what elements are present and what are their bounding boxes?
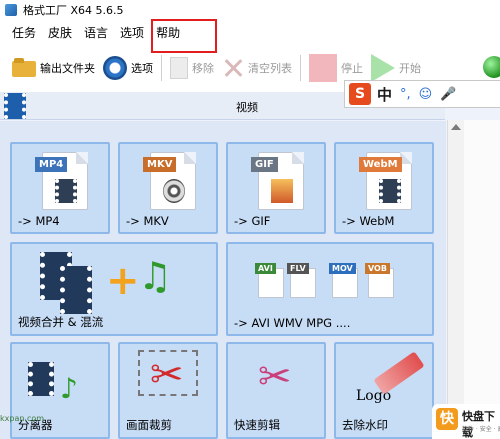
film-icon bbox=[4, 93, 26, 119]
smiley-icon[interactable]: ☺ bbox=[419, 87, 433, 102]
window-title: 格式工厂 X64 5.6.5 bbox=[23, 4, 124, 17]
toolbar-divider bbox=[300, 55, 301, 81]
gif-file-icon: GIF bbox=[251, 152, 304, 210]
tile-label: 视频合并 & 混流 bbox=[18, 315, 104, 329]
stop-label: 停止 bbox=[341, 62, 363, 75]
remove-button[interactable]: 移除 bbox=[166, 54, 218, 82]
app-icon bbox=[5, 4, 17, 16]
output-folder-label: 输出文件夹 bbox=[40, 62, 95, 75]
plus-icon: + bbox=[106, 258, 140, 304]
mp4-tag: MP4 bbox=[35, 157, 68, 172]
vob-tag: VOB bbox=[365, 263, 390, 274]
picture-icon bbox=[271, 179, 293, 203]
clear-list-button[interactable]: 清空列表 bbox=[218, 54, 296, 82]
tile-video-join-mux[interactable]: + ♫ 视频合并 & 混流 bbox=[10, 242, 218, 336]
tile-label: -> GIF bbox=[234, 214, 271, 228]
toolbar-divider bbox=[161, 55, 162, 81]
mkv-tag: MKV bbox=[143, 157, 177, 172]
site-watermark: kxpan.com bbox=[0, 414, 45, 423]
mov-tag: MOV bbox=[329, 263, 356, 274]
tile-label: 画面裁剪 bbox=[126, 418, 172, 432]
webm-tag: WebM bbox=[359, 157, 402, 172]
tile-remove-watermark[interactable]: Logo 去除水印 bbox=[334, 342, 434, 439]
film-icon bbox=[28, 362, 54, 396]
tile-label: -> WebM bbox=[342, 214, 395, 228]
film-strip-icon bbox=[55, 179, 77, 203]
globe-icon[interactable] bbox=[483, 56, 500, 78]
avi-tag: AVI bbox=[255, 263, 276, 274]
brand-logo: 快 bbox=[436, 408, 458, 430]
stop-icon bbox=[309, 54, 337, 82]
scissors-icon: ✂ bbox=[258, 354, 292, 400]
tile-to-gif[interactable]: GIF -> GIF bbox=[226, 142, 326, 234]
scroll-up-arrow-icon[interactable] bbox=[451, 124, 461, 130]
tile-to-mp4[interactable]: MP4 -> MP4 bbox=[10, 142, 110, 234]
webm-file-icon: WebM bbox=[359, 152, 412, 210]
ime-toolbar: S 中 °, ☺ 🎤 bbox=[344, 80, 500, 108]
gear-icon bbox=[103, 56, 127, 80]
brand-tagline: 软件 · 安全 · 高速 bbox=[462, 426, 500, 433]
tile-crop[interactable]: ✂ 画面裁剪 bbox=[118, 342, 218, 439]
tile-label: -> MKV bbox=[126, 214, 169, 228]
vob-format-icon: VOB bbox=[365, 263, 394, 298]
music-note-icon: ♪ bbox=[60, 372, 78, 405]
avi-format-icon: AVI bbox=[255, 263, 284, 298]
tile-label: -> MP4 bbox=[18, 214, 60, 228]
clear-list-label: 清空列表 bbox=[248, 62, 292, 75]
flv-format-icon: FLV bbox=[287, 263, 316, 298]
tile-quick-clip[interactable]: ✂ 快速剪辑 bbox=[226, 342, 326, 439]
menu-language[interactable]: 语言 bbox=[78, 22, 114, 44]
remove-label: 移除 bbox=[192, 62, 214, 75]
tile-to-avi-wmv-mpg[interactable]: AVI FLV MOV VOB -> AVI WMV MPG .... bbox=[226, 242, 434, 336]
disc-icon bbox=[163, 179, 185, 203]
tile-to-webm[interactable]: WebM -> WebM bbox=[334, 142, 434, 234]
film-strip-icon bbox=[379, 179, 401, 203]
ime-punctuation[interactable]: °, bbox=[400, 87, 411, 102]
mkv-file-icon: MKV bbox=[143, 152, 196, 210]
scissors-icon: ✂ bbox=[150, 352, 184, 398]
play-icon bbox=[371, 54, 395, 82]
menu-task[interactable]: 任务 bbox=[6, 22, 42, 44]
menu-options[interactable]: 选项 bbox=[114, 22, 150, 44]
microphone-icon[interactable]: 🎤 bbox=[440, 87, 456, 102]
folder-icon bbox=[12, 58, 36, 78]
tile-label: -> AVI WMV MPG .... bbox=[234, 316, 351, 330]
start-label: 开始 bbox=[399, 62, 421, 75]
scrollbar[interactable] bbox=[447, 120, 464, 439]
right-margin bbox=[464, 120, 500, 439]
section-title: 视频 bbox=[236, 101, 258, 114]
stop-button[interactable]: 停止 bbox=[305, 54, 367, 82]
tile-to-mkv[interactable]: MKV -> MKV bbox=[118, 142, 218, 234]
gif-tag: GIF bbox=[251, 157, 278, 172]
eraser-icon bbox=[373, 351, 425, 395]
options-label: 选项 bbox=[131, 62, 153, 75]
menu-bar: 任务 皮肤 语言 选项 帮助 bbox=[0, 22, 500, 44]
tile-splitter[interactable]: ♪ 分离器 bbox=[10, 342, 110, 439]
help-highlight-box bbox=[151, 19, 217, 53]
remove-icon bbox=[170, 57, 188, 79]
start-button[interactable]: 开始 bbox=[367, 54, 425, 82]
tile-label: 去除水印 bbox=[342, 418, 388, 432]
ime-logo[interactable]: S bbox=[349, 83, 371, 105]
tile-label: 快速剪辑 bbox=[234, 418, 280, 432]
mov-format-icon: MOV bbox=[329, 263, 358, 298]
mp4-file-icon: MP4 bbox=[35, 152, 88, 210]
options-button[interactable]: 选项 bbox=[99, 54, 157, 82]
title-bar: 格式工厂 X64 5.6.5 bbox=[0, 0, 500, 20]
music-note-icon: ♫ bbox=[138, 254, 173, 298]
flv-tag: FLV bbox=[287, 263, 309, 274]
output-folder-button[interactable]: 输出文件夹 bbox=[8, 54, 99, 82]
menu-skin[interactable]: 皮肤 bbox=[42, 22, 78, 44]
clear-icon bbox=[222, 57, 244, 79]
film-icon bbox=[60, 266, 92, 314]
ime-language[interactable]: 中 bbox=[377, 84, 392, 105]
